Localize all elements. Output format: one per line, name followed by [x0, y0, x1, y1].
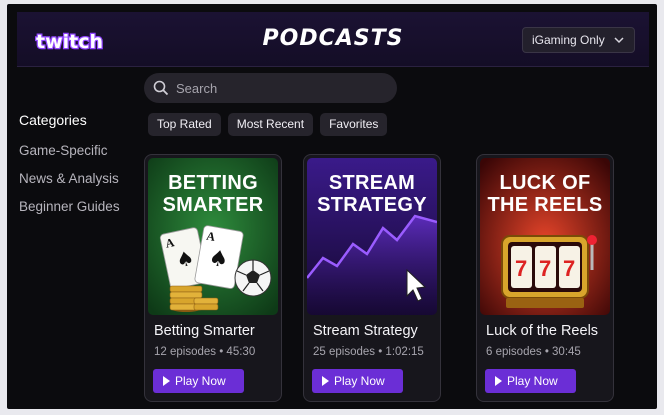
podcast-cover-art[interactable]: STREAM STRATEGY: [307, 158, 437, 315]
header: twitch PODCASTS iGaming Only: [17, 12, 649, 67]
podcast-meta: 12 episodes • 45:30: [154, 346, 256, 358]
cover-title: LUCK OF THE REELS: [487, 172, 603, 216]
play-icon: [322, 376, 329, 386]
podcast-title[interactable]: Stream Strategy: [313, 323, 418, 339]
category-beginner-guides[interactable]: Beginner Guides: [19, 199, 120, 214]
podcast-card-stream-strategy[interactable]: STREAM STRATEGY Stream Strategy 25 episo…: [303, 154, 441, 402]
filter-tabs: Top Rated Most Recent Favorites: [148, 113, 388, 136]
svg-text:7: 7: [515, 256, 527, 281]
search-bar[interactable]: [144, 73, 397, 103]
cover-title: BETTING SMARTER: [162, 172, 264, 216]
play-now-button[interactable]: Play Now: [153, 369, 244, 393]
podcast-meta: 25 episodes • 1:02:15: [313, 346, 424, 358]
podcast-cover-art[interactable]: 7 7 7 LUCK OF THE REELS: [480, 158, 610, 315]
chevron-down-icon: [614, 37, 624, 44]
play-now-button[interactable]: Play Now: [312, 369, 403, 393]
categories-sidebar: Categories Game-Specific News & Analysis…: [19, 112, 120, 227]
svg-text:7: 7: [563, 256, 575, 281]
search-icon: [153, 80, 169, 96]
podcast-meta: 6 episodes • 30:45: [486, 346, 581, 358]
play-now-button[interactable]: Play Now: [485, 369, 576, 393]
svg-text:7: 7: [539, 256, 551, 281]
category-news-analysis[interactable]: News & Analysis: [19, 171, 120, 186]
igaming-filter-select[interactable]: iGaming Only: [522, 27, 635, 53]
cover-title: STREAM STRATEGY: [317, 172, 427, 216]
category-game-specific[interactable]: Game-Specific: [19, 143, 120, 158]
filter-select-value: iGaming Only: [532, 33, 605, 47]
tab-favorites[interactable]: Favorites: [320, 113, 388, 136]
podcast-card-betting-smarter[interactable]: A ♠ A ♠ BETTING SMARTER Betting Smarter …: [144, 154, 282, 402]
podcast-card-luck-of-the-reels[interactable]: 7 7 7 LUCK OF THE REELS Luck of the Reel…: [476, 154, 614, 402]
podcast-cover-art[interactable]: A ♠ A ♠ BETTING SMARTER: [148, 158, 278, 315]
play-icon: [163, 376, 170, 386]
tab-most-recent[interactable]: Most Recent: [227, 113, 314, 136]
tab-top-rated[interactable]: Top Rated: [148, 113, 221, 136]
podcast-title[interactable]: Luck of the Reels: [486, 323, 598, 339]
play-icon: [495, 376, 502, 386]
search-input[interactable]: [176, 73, 386, 103]
app-frame: twitch PODCASTS iGaming Only Top Rated M…: [7, 4, 657, 409]
categories-heading: Categories: [19, 112, 87, 128]
podcast-title[interactable]: Betting Smarter: [154, 323, 255, 339]
